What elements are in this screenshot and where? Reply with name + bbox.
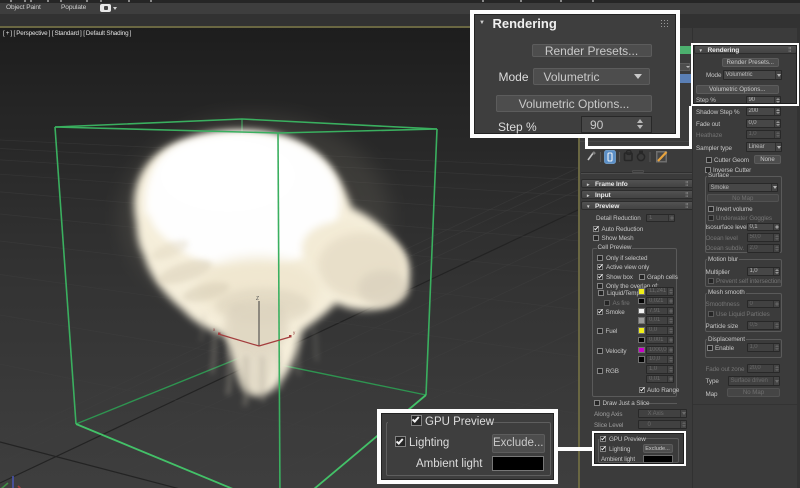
svg-text:Z: Z: [256, 296, 259, 302]
